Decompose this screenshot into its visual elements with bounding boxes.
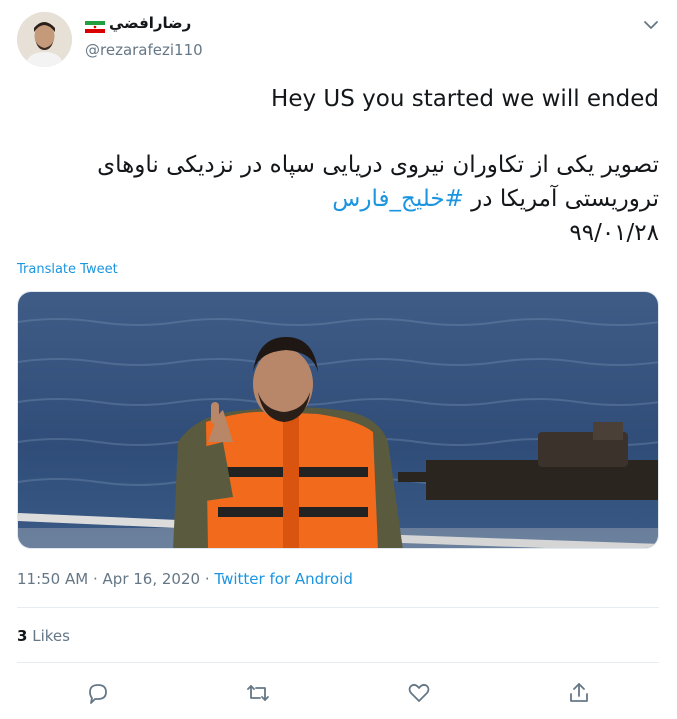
meta-separator: · bbox=[204, 570, 210, 588]
iran-flag-icon bbox=[85, 18, 105, 33]
tweet-text-persian: تصویر یکی از تکاوران نیروی دریایی سپاه د… bbox=[19, 148, 659, 250]
tweet-time[interactable]: 11:50 AM bbox=[17, 570, 88, 588]
tweet-date[interactable]: Apr 16, 2020 bbox=[103, 570, 201, 588]
persian-line-2: تروریستی آمریکا در #خلیج_فارس bbox=[19, 182, 659, 216]
retweet-icon[interactable] bbox=[245, 680, 271, 706]
tweet-source-link[interactable]: Twitter for Android bbox=[214, 570, 352, 588]
hashtag-link[interactable]: #خلیج_فارس bbox=[332, 186, 464, 212]
persian-line-2-text: تروریستی آمریکا در bbox=[463, 186, 659, 212]
meta-separator: · bbox=[92, 570, 98, 588]
likes-number: 3 bbox=[17, 627, 28, 645]
reply-icon[interactable] bbox=[85, 680, 111, 706]
tweet-text-english: Hey US you started we will ended bbox=[271, 86, 659, 112]
share-icon[interactable] bbox=[566, 680, 592, 706]
like-icon[interactable] bbox=[406, 680, 432, 706]
divider bbox=[17, 607, 659, 608]
user-handle[interactable]: @rezarafezi110 bbox=[85, 41, 203, 59]
author-name-row[interactable]: رضارافضي bbox=[85, 14, 191, 33]
likes-count[interactable]: 3 Likes bbox=[17, 627, 70, 645]
chevron-down-icon[interactable] bbox=[640, 14, 662, 36]
tweet-photo[interactable] bbox=[17, 291, 659, 549]
translate-tweet-link[interactable]: Translate Tweet bbox=[17, 262, 118, 277]
tweet-metadata: 11:50 AM · Apr 16, 2020 · Twitter for An… bbox=[17, 570, 353, 588]
likes-label: Likes bbox=[32, 627, 70, 645]
tweet-card: رضارافضي @rezarafezi110 Hey US you start… bbox=[0, 0, 677, 719]
display-name[interactable]: رضارافضي bbox=[109, 14, 191, 32]
avatar[interactable] bbox=[17, 12, 72, 67]
persian-line-3: ۹۹/۰۱/۲۸ bbox=[569, 220, 659, 246]
persian-line-1: تصویر یکی از تکاوران نیروی دریایی سپاه د… bbox=[97, 152, 659, 178]
divider bbox=[17, 662, 659, 663]
